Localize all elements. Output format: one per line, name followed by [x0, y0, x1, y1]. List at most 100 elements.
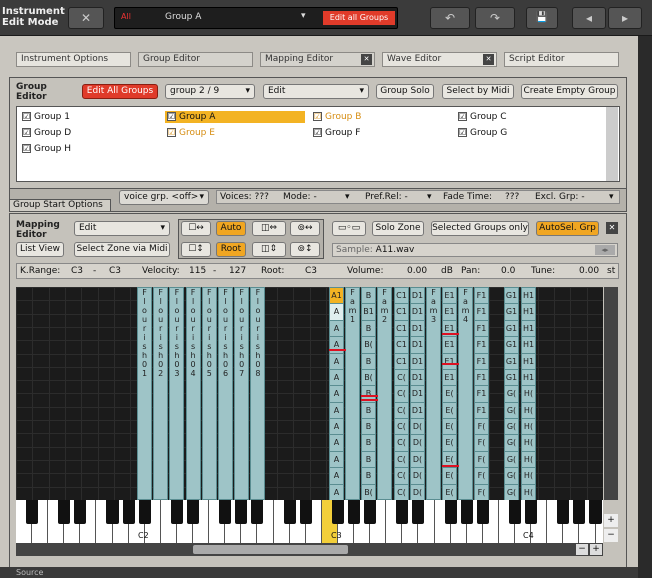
zone[interactable]: D( [410, 450, 425, 469]
selected-groups-only-button[interactable]: Selected Groups only [431, 221, 529, 236]
group-item[interactable]: ☑ Group E [165, 127, 215, 139]
zone[interactable]: C1 [394, 336, 409, 354]
zone[interactable]: F( [474, 483, 489, 500]
close-edit-mode-button[interactable]: ✕ [68, 7, 104, 29]
piano-black-key[interactable] [251, 500, 264, 524]
zone[interactable]: E( [442, 434, 457, 452]
zone[interactable]: Fam3 [426, 287, 441, 500]
redo-button[interactable]: ↷ [475, 7, 515, 29]
zone[interactable]: D( [410, 483, 425, 500]
zone[interactable]: G1 [504, 368, 519, 387]
select-by-midi-button[interactable]: Select by Midi [442, 84, 514, 99]
zone[interactable]: B [361, 287, 376, 305]
zone[interactable]: Flourish07 [234, 287, 250, 500]
zone[interactable]: Flourish04 [185, 287, 201, 500]
voice-group-menu[interactable]: voice grp. <off> ▾ [119, 190, 209, 205]
group-counter-menu[interactable]: group 2 / 9 ▾ [165, 84, 255, 99]
pref-rel-field[interactable]: Pref.Rel: - [365, 191, 408, 203]
zone[interactable]: H( [521, 434, 536, 452]
link-horizontal-button[interactable]: ⊚↔ [290, 221, 320, 236]
voices-value[interactable]: ??? [255, 192, 269, 202]
edit-all-groups-button[interactable]: Edit All Groups [82, 84, 158, 99]
list-view-button[interactable]: List View [16, 242, 64, 257]
piano-black-key[interactable] [557, 500, 570, 524]
piano-black-key[interactable] [460, 500, 473, 524]
zone[interactable]: G( [504, 450, 519, 469]
zone[interactable]: H( [521, 401, 536, 420]
zone[interactable]: B [361, 401, 376, 420]
zone[interactable]: C1 [394, 319, 409, 338]
zone[interactable]: E1 [442, 368, 457, 387]
zone[interactable]: Flourish02 [153, 287, 169, 500]
zone[interactable]: G1 [504, 303, 519, 321]
zone[interactable]: F1 [474, 303, 489, 321]
zone[interactable]: C1 [394, 303, 409, 321]
zone[interactable]: G( [504, 385, 519, 403]
zone[interactable]: H( [521, 450, 536, 469]
zone[interactable]: D1 [410, 319, 425, 338]
prev-button[interactable]: ◂ [572, 7, 606, 29]
checkbox-icon[interactable]: ☑ [458, 128, 467, 137]
zone[interactable]: F1 [474, 319, 489, 338]
zone[interactable]: H1 [521, 303, 536, 321]
piano-black-key[interactable] [25, 500, 39, 524]
zone[interactable]: C( [394, 467, 409, 485]
zone[interactable]: D1 [410, 368, 425, 387]
checkbox-icon[interactable]: ☑ [313, 128, 322, 137]
piano-black-key[interactable] [476, 500, 489, 524]
zone[interactable]: E( [442, 385, 457, 403]
zone[interactable]: E1 [442, 352, 457, 370]
zoom-in-horizontal-icon[interactable]: + [590, 544, 602, 555]
zone[interactable]: D( [410, 418, 425, 436]
zone[interactable]: A [329, 401, 344, 420]
piano-black-key[interactable] [74, 500, 87, 524]
zone[interactable]: E1 [442, 303, 457, 321]
checkbox-icon[interactable]: ☑ [313, 112, 322, 121]
piano-black-key[interactable] [331, 500, 344, 524]
mode-field[interactable]: Mode: - [283, 191, 317, 203]
zone[interactable]: H1 [521, 352, 536, 370]
zone[interactable]: F( [474, 434, 489, 452]
piano-black-key[interactable] [138, 500, 151, 524]
zone[interactable]: D1 [410, 336, 425, 354]
piano-black-key[interactable] [235, 500, 248, 524]
zone[interactable]: E1 [442, 336, 457, 354]
zone[interactable]: C( [394, 368, 409, 387]
piano-black-key[interactable] [299, 500, 312, 524]
zone[interactable]: B [361, 450, 376, 469]
zone[interactable]: F( [474, 467, 489, 485]
close-icon[interactable]: ✕ [606, 222, 618, 234]
exclusive-group-field[interactable]: Excl. Grp: - [535, 191, 585, 203]
piano-black-key[interactable] [219, 500, 232, 524]
zone[interactable]: Flourish03 [169, 287, 185, 500]
piano-black-key[interactable] [283, 500, 296, 524]
root-value[interactable]: C3 [305, 264, 317, 278]
zone[interactable]: E1 [442, 287, 457, 305]
zone[interactable]: Flourish05 [201, 287, 217, 500]
zone[interactable]: A [329, 483, 344, 500]
zone[interactable]: G( [504, 401, 519, 420]
edit-all-groups-toggle[interactable]: Edit all Groups [323, 11, 395, 25]
zone[interactable]: D1 [410, 303, 425, 321]
zone[interactable]: A [329, 319, 344, 338]
zone[interactable]: Flourish06 [218, 287, 233, 500]
move-zone-button[interactable]: ◫⇔ [252, 221, 286, 236]
checkbox-icon[interactable]: ☑ [458, 112, 467, 121]
link-vertical-button[interactable]: ⊚↕ [290, 242, 320, 257]
piano-black-key[interactable] [347, 500, 361, 524]
piano-black-key[interactable] [508, 500, 522, 524]
zone[interactable]: F( [474, 418, 489, 436]
tab-mapping-editor[interactable]: Mapping Editor ✕ [260, 52, 375, 67]
zone[interactable]: A [329, 385, 344, 403]
zone[interactable]: Flourish08 [250, 287, 266, 500]
checkbox-icon[interactable]: ☑ [22, 112, 31, 121]
zone[interactable]: A [329, 352, 344, 370]
zone-mapping-grid[interactable]: Flourish01Flourish02Flourish03Flourish04… [16, 287, 603, 500]
autosel-group-button[interactable]: AutoSel. Grp [536, 221, 599, 236]
piano-black-key[interactable] [186, 500, 200, 524]
group-item[interactable]: ☑ Group C [456, 111, 507, 123]
zone[interactable]: G( [504, 434, 519, 452]
close-icon[interactable]: ✕ [361, 54, 372, 65]
zone[interactable]: A [329, 467, 344, 485]
krange-high[interactable]: C3 [109, 264, 121, 278]
